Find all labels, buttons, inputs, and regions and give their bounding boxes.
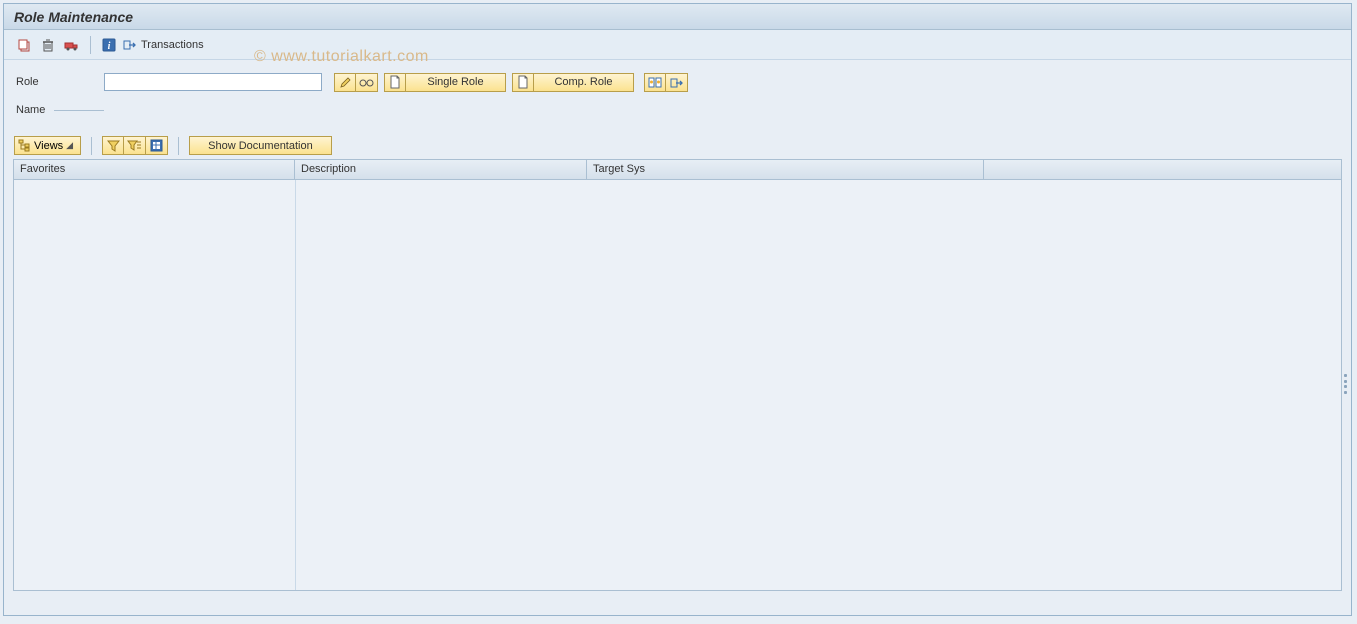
glasses-icon <box>359 77 374 88</box>
edit-button[interactable] <box>334 73 356 92</box>
right-splitter-handle[interactable] <box>1344 374 1349 394</box>
document-icon <box>517 75 529 89</box>
delete-icon[interactable] <box>38 36 58 54</box>
pencil-icon <box>339 76 352 89</box>
comp-role-group: Comp. Role <box>512 73 634 92</box>
column-header-targetsys[interactable]: Target Sys <box>587 160 984 179</box>
document-icon <box>389 75 401 89</box>
filter-button[interactable] <box>102 136 124 155</box>
transport-icon[interactable] <box>62 36 82 54</box>
display-button[interactable] <box>356 73 378 92</box>
svg-text:i: i <box>108 41 111 52</box>
column-header-favorites[interactable]: Favorites <box>14 160 295 179</box>
page-title: Role Maintenance <box>14 9 133 25</box>
mid-toolbar: Views ◢ Show Documentation <box>4 130 1351 159</box>
filter-group <box>102 136 168 155</box>
comp-role-button[interactable]: Comp. Role <box>534 73 634 92</box>
column-separator <box>295 180 296 590</box>
name-label: Name <box>14 104 54 116</box>
chevron-down-icon: ◢ <box>66 140 74 151</box>
toolbar-separator <box>178 137 179 155</box>
table-body[interactable] <box>14 180 1341 590</box>
filter-plus-icon <box>127 139 142 152</box>
compare-button[interactable] <box>644 73 666 92</box>
role-input[interactable] <box>104 73 322 91</box>
filter-more-button[interactable] <box>124 136 146 155</box>
copy-icon[interactable] <box>14 36 34 54</box>
info-icon[interactable]: i <box>99 36 119 54</box>
main-toolbar: i Transactions <box>4 30 1351 60</box>
tree-icon <box>18 139 31 152</box>
edit-display-group <box>334 73 378 92</box>
column-header-description[interactable]: Description <box>295 160 587 179</box>
single-role-button[interactable]: Single Role <box>406 73 506 92</box>
toolbar-separator <box>90 36 91 54</box>
role-label: Role <box>14 76 104 88</box>
name-row: Name <box>14 98 1341 122</box>
role-row: Role Single Role <box>14 70 1341 94</box>
transactions-label: Transactions <box>141 39 204 51</box>
breakout-icon <box>123 38 137 52</box>
layout-icon <box>150 139 163 152</box>
toolbar-separator <box>91 137 92 155</box>
compare-icon <box>648 76 662 89</box>
column-header-empty <box>984 160 1341 179</box>
util-group <box>644 73 688 92</box>
show-documentation-button[interactable]: Show Documentation <box>189 136 332 155</box>
export-button[interactable] <box>666 73 688 92</box>
export-icon <box>670 76 684 89</box>
name-value-underline <box>54 110 104 111</box>
views-button[interactable]: Views ◢ <box>14 136 81 155</box>
new-comp-role-icon-button[interactable] <box>512 73 534 92</box>
filter-icon <box>107 139 120 152</box>
favorites-table: Favorites Description Target Sys <box>13 159 1342 591</box>
title-bar: Role Maintenance <box>4 4 1351 30</box>
views-label: Views <box>34 140 63 152</box>
new-single-role-icon-button[interactable] <box>384 73 406 92</box>
transactions-button[interactable]: Transactions <box>123 38 204 52</box>
app-window: Role Maintenance i Transactions © www.tu… <box>3 3 1352 616</box>
layout-button[interactable] <box>146 136 168 155</box>
table-header: Favorites Description Target Sys <box>14 160 1341 180</box>
form-area: Role Single Role <box>4 60 1351 130</box>
single-role-group: Single Role <box>384 73 506 92</box>
